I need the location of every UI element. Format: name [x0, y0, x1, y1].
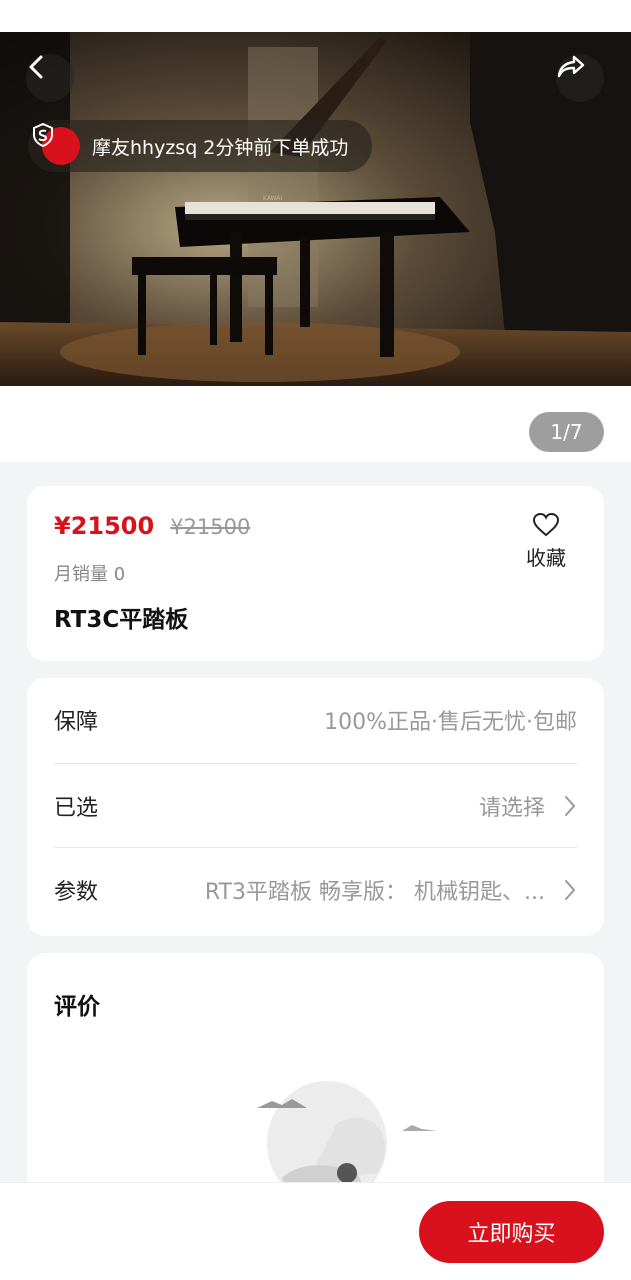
- parameters-row[interactable]: 参数 RT3平踏板 畅享版： 机械钥匙、...: [54, 848, 577, 932]
- info-label: 已选: [54, 796, 99, 821]
- piano-brand-text: KAWAI: [263, 195, 282, 202]
- review-title: 评价: [54, 994, 100, 1020]
- info-value: 请选择: [478, 796, 545, 821]
- piano-photo: KAWAI: [0, 32, 631, 386]
- recent-order-toast: 摩友hhyzsq 2分钟前下单成功: [28, 120, 372, 172]
- bottom-action-bar: 立即购买: [0, 1182, 631, 1280]
- current-price: ¥21500: [54, 512, 155, 540]
- heart-icon: [532, 512, 560, 537]
- guarantee-row: 保障 100%正品·售后无忧·包邮: [54, 678, 577, 762]
- selected-option-row[interactable]: 已选 请选择: [54, 764, 577, 848]
- chevron-left-icon: [29, 55, 43, 79]
- image-counter: 1/7: [529, 412, 604, 452]
- price-card: ¥21500 ¥21500 月销量 0 RT3C平踏板 收藏: [27, 486, 604, 661]
- brand-logo-icon: [33, 122, 53, 148]
- gallery-footer: 1/7: [0, 386, 631, 462]
- info-card: 保障 100%正品·售后无忧·包邮 已选 请选择 参数 RT3平踏板 畅享版： …: [27, 678, 604, 936]
- favorite-button[interactable]: 收藏: [516, 512, 576, 571]
- cyclone-logo: [33, 122, 80, 165]
- chevron-right-icon: [555, 794, 577, 818]
- top-strip: [0, 0, 631, 32]
- favorite-label: 收藏: [526, 546, 566, 570]
- info-value: 100%正品·售后无忧·包邮: [324, 710, 577, 735]
- toast-message: 摩友hhyzsq 2分钟前下单成功: [92, 136, 349, 159]
- share-icon: [557, 55, 585, 78]
- product-title: RT3C平踏板: [54, 607, 189, 633]
- chevron-right-icon: [555, 878, 577, 902]
- share-button[interactable]: [556, 54, 604, 102]
- back-button[interactable]: [26, 54, 74, 102]
- buy-now-button[interactable]: 立即购买: [419, 1201, 604, 1263]
- product-image-gallery[interactable]: KAWAI 摩友hhyzsq 2分钟前下单成功: [0, 32, 631, 386]
- original-price: ¥21500: [170, 515, 251, 539]
- info-label: 参数: [54, 880, 99, 905]
- price-row: ¥21500 ¥21500: [54, 512, 250, 540]
- monthly-sales: 月销量 0: [54, 564, 126, 585]
- info-label: 保障: [54, 710, 99, 735]
- info-value: RT3平踏板 畅享版： 机械钥匙、...: [204, 880, 545, 905]
